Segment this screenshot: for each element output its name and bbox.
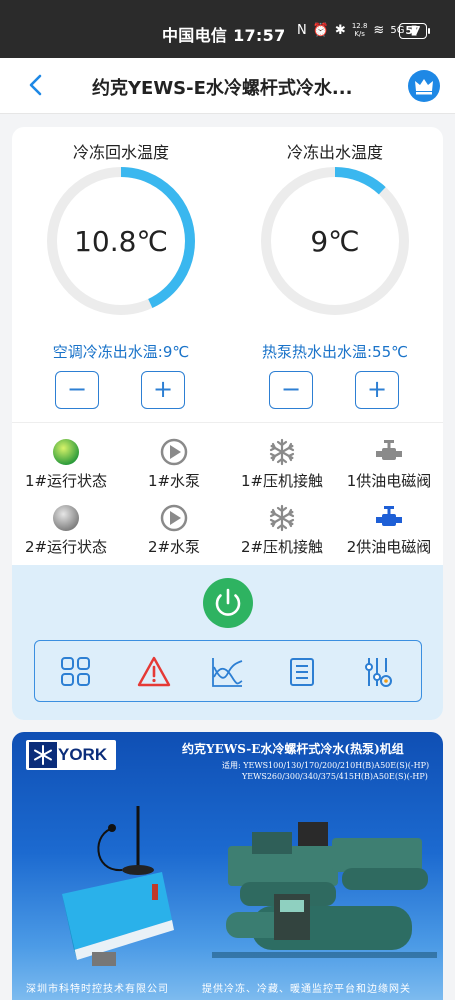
gauge-value: 10.8℃	[74, 225, 168, 258]
status-label: 1#水泵	[147, 472, 201, 490]
gauge-value: 9℃	[310, 225, 360, 258]
york-snowflake-icon	[29, 742, 57, 768]
banner-footer: 深圳市科特时控技术有限公司 提供冷冻、冷藏、暖通监控平台和边缘网关	[12, 976, 443, 1000]
status-label: 1#运行状态	[24, 472, 108, 490]
decrease-button[interactable]: −	[269, 371, 313, 409]
banner-title: 约克YEWS-E水冷螺杆式冷水(热泵)机组	[182, 742, 404, 756]
increase-button[interactable]: +	[141, 371, 185, 409]
product-banner[interactable]: YORK 约克YEWS-E水冷螺杆式冷水(热泵)机组 适用: YEWS100/1…	[12, 732, 443, 1000]
setpoint-label: 热泵热水出水温:55℃	[262, 343, 408, 361]
pump-icon	[160, 438, 188, 466]
increase-button[interactable]: +	[355, 371, 399, 409]
status-item-pump-1: 1#水泵	[120, 434, 228, 494]
battery-icon: 57	[399, 23, 430, 39]
status-label: 1#压机接触	[240, 472, 324, 490]
status-label: 2#运行状态	[24, 538, 108, 556]
wifi-icon: ≋	[373, 22, 385, 38]
stopped-status-icon	[53, 505, 79, 531]
status-label: 2#水泵	[147, 538, 201, 556]
nfc-icon: N	[297, 22, 307, 38]
status-item-compressor-2: 2#压机接触	[228, 500, 336, 560]
power-button[interactable]	[203, 578, 253, 628]
banner-models: 适用: YEWS100/130/170/200/210H(B)A50E(S)(-…	[222, 761, 430, 781]
status-grid: 1#运行状态 1#水泵 1#压机接触 1供油电磁阀 2#运行状态 2#水泵 2#…	[12, 430, 443, 565]
divider	[12, 422, 443, 423]
company-name: 深圳市科特时控技术有限公司	[26, 984, 169, 995]
gauge-label: 冷冻回水温度	[72, 143, 169, 162]
status-label: 1供油电磁阀	[346, 472, 432, 490]
alarm-clock-icon: ⏰	[312, 22, 329, 38]
pump-icon	[160, 504, 188, 532]
status-label: 2#压机接触	[240, 538, 324, 556]
title-bar: 约克YEWS-E水冷螺杆式冷水...	[0, 58, 455, 114]
status-item-compressor-1: 1#压机接触	[228, 434, 336, 494]
list-icon[interactable]	[285, 655, 319, 689]
back-arrow-icon[interactable]	[24, 72, 50, 98]
settings-sliders-icon[interactable]	[361, 655, 395, 689]
status-item-run-2: 2#运行状态	[12, 500, 120, 560]
chiller-machine-image	[212, 822, 437, 958]
control-area	[12, 565, 443, 720]
status-item-valve-1: 1供油电磁阀	[335, 434, 443, 494]
valve-icon	[376, 440, 402, 460]
chart-icon[interactable]	[210, 655, 244, 689]
decrease-button[interactable]: −	[55, 371, 99, 409]
running-status-icon	[53, 439, 79, 465]
status-label: 2供油电磁阀	[346, 538, 432, 556]
gauge-outlet-water: 冷冻出水温度 9℃ 热泵热水出水温:55℃ − +	[235, 127, 435, 427]
status-item-run-1: 1#运行状态	[12, 434, 120, 494]
status-item-pump-2: 2#水泵	[120, 500, 228, 560]
gauge-return-water: 冷冻回水温度 10.8℃ 空调冷冻出水温:9℃ − +	[21, 127, 221, 427]
york-logo: YORK	[26, 740, 116, 770]
crown-icon[interactable]	[408, 70, 440, 102]
carrier-time: 中国电信 17:57	[162, 26, 286, 45]
main-panel: 冷冻回水温度 10.8℃ 空调冷冻出水温:9℃ − + 冷冻出水温度 9℃ 热泵…	[12, 127, 443, 720]
gauge-label: 冷冻出水温度	[286, 143, 383, 162]
brand-name: YORK	[58, 745, 108, 764]
power-icon	[215, 588, 241, 616]
net-speed: 12.8 K/s	[351, 22, 368, 38]
page-title: 约克YEWS-E水冷螺杆式冷水...	[92, 78, 353, 99]
function-toolbar	[34, 640, 422, 702]
company-slogan: 提供冷冻、冷藏、暖通监控平台和边缘网关	[202, 984, 411, 995]
setpoint-label: 空调冷冻出水温:9℃	[52, 343, 190, 361]
snowflake-icon	[269, 438, 295, 466]
grid-icon[interactable]	[59, 655, 93, 689]
gateway-device-image	[62, 806, 174, 966]
valve-icon	[376, 506, 402, 526]
system-status-bar: 中国电信 17:57 N ⏰ ✱ 12.8 K/s ≋ 5G ▮ 57	[0, 0, 455, 58]
snowflake-icon	[269, 504, 295, 532]
bluetooth-icon: ✱	[334, 22, 346, 38]
status-item-valve-2: 2供油电磁阀	[335, 500, 443, 560]
alarm-icon[interactable]	[137, 655, 171, 689]
